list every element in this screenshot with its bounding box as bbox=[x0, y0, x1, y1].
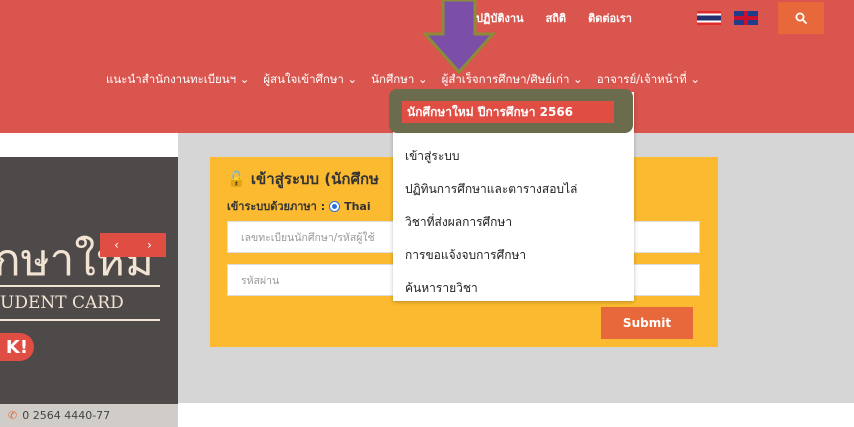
login-title: 🔓 เข้าสู่ระบบ (นักศึกษ bbox=[227, 167, 379, 191]
password-placeholder: รหัสผ่าน bbox=[241, 274, 280, 287]
nav-item-staff[interactable]: อาจารย์/เจ้าหน้าที่ ⌄ bbox=[597, 71, 700, 89]
hero-banner: กษาใหม่ UDENT CARD K! ✆ 0 2564 4440-77 bbox=[0, 157, 178, 427]
annotation-arrow-icon bbox=[423, 0, 495, 74]
username-placeholder: เลขทะเบียนนักศึกษา/รหัสผู้ใช้ bbox=[241, 231, 375, 244]
highlight-frame: นักศึกษาใหม่ ปีการศึกษา 2566 bbox=[389, 89, 633, 133]
thai-flag-icon[interactable] bbox=[697, 11, 721, 25]
nav-item-about[interactable]: แนะนำสำนักงานทะเบียนฯ ⌄ bbox=[106, 71, 249, 89]
top-links: ปฏิบัติงาน สถิติ ติดต่อเรา bbox=[476, 9, 632, 27]
search-button[interactable] bbox=[778, 2, 824, 34]
top-link-stats[interactable]: สถิติ bbox=[546, 9, 567, 27]
search-icon bbox=[795, 12, 807, 24]
login-title-text: เข้าสู่ระบบ (นักศึกษ bbox=[250, 170, 379, 188]
phone-number: 0 2564 4440-77 bbox=[22, 409, 111, 422]
chevron-right-icon[interactable]: › bbox=[147, 238, 152, 252]
chevron-left-icon[interactable]: ‹ bbox=[114, 238, 119, 252]
uk-flag-icon[interactable] bbox=[734, 11, 758, 25]
phone-icon: ✆ bbox=[8, 409, 18, 422]
nav-item-prospective[interactable]: ผู้สนใจเข้าศึกษา ⌄ bbox=[263, 71, 357, 89]
hero-pill[interactable]: K! bbox=[0, 333, 34, 361]
language-label: เข้าระบบด้วยภาษา : bbox=[227, 200, 326, 213]
phone-bar: ✆ 0 2564 4440-77 bbox=[0, 404, 178, 427]
hero-card-text: UDENT CARD bbox=[0, 285, 160, 321]
dropdown-item-graduation[interactable]: การขอแจ้งจบการศึกษา bbox=[405, 246, 526, 265]
language-option-thai: Thai bbox=[344, 199, 371, 213]
dropdown-item-grade-courses[interactable]: วิชาที่ส่งผลการศึกษา bbox=[405, 213, 512, 232]
lock-icon: 🔓 bbox=[227, 170, 246, 188]
students-dropdown-menu: นักศึกษาใหม่ ปีการศึกษา 2566 เข้าสู่ระบบ… bbox=[389, 89, 634, 301]
language-row: เข้าระบบด้วยภาษา : Thai bbox=[227, 197, 371, 215]
dropdown-item-course-search[interactable]: ค้นหารายวิชา bbox=[405, 279, 478, 298]
dropdown-item-new-students[interactable]: นักศึกษาใหม่ ปีการศึกษา 2566 bbox=[402, 101, 614, 123]
dropdown-item-login[interactable]: เข้าสู่ระบบ bbox=[405, 147, 460, 166]
top-link-contact[interactable]: ติดต่อเรา bbox=[588, 9, 632, 27]
slider-controls: ‹ › bbox=[100, 233, 166, 257]
language-radio-thai[interactable] bbox=[329, 200, 341, 212]
dropdown-item-calendar[interactable]: ปฏิทินการศึกษาและตารางสอบไล่ bbox=[405, 180, 577, 199]
submit-button[interactable]: Submit bbox=[601, 307, 693, 339]
nav-item-students[interactable]: นักศึกษา ⌄ bbox=[371, 71, 427, 89]
